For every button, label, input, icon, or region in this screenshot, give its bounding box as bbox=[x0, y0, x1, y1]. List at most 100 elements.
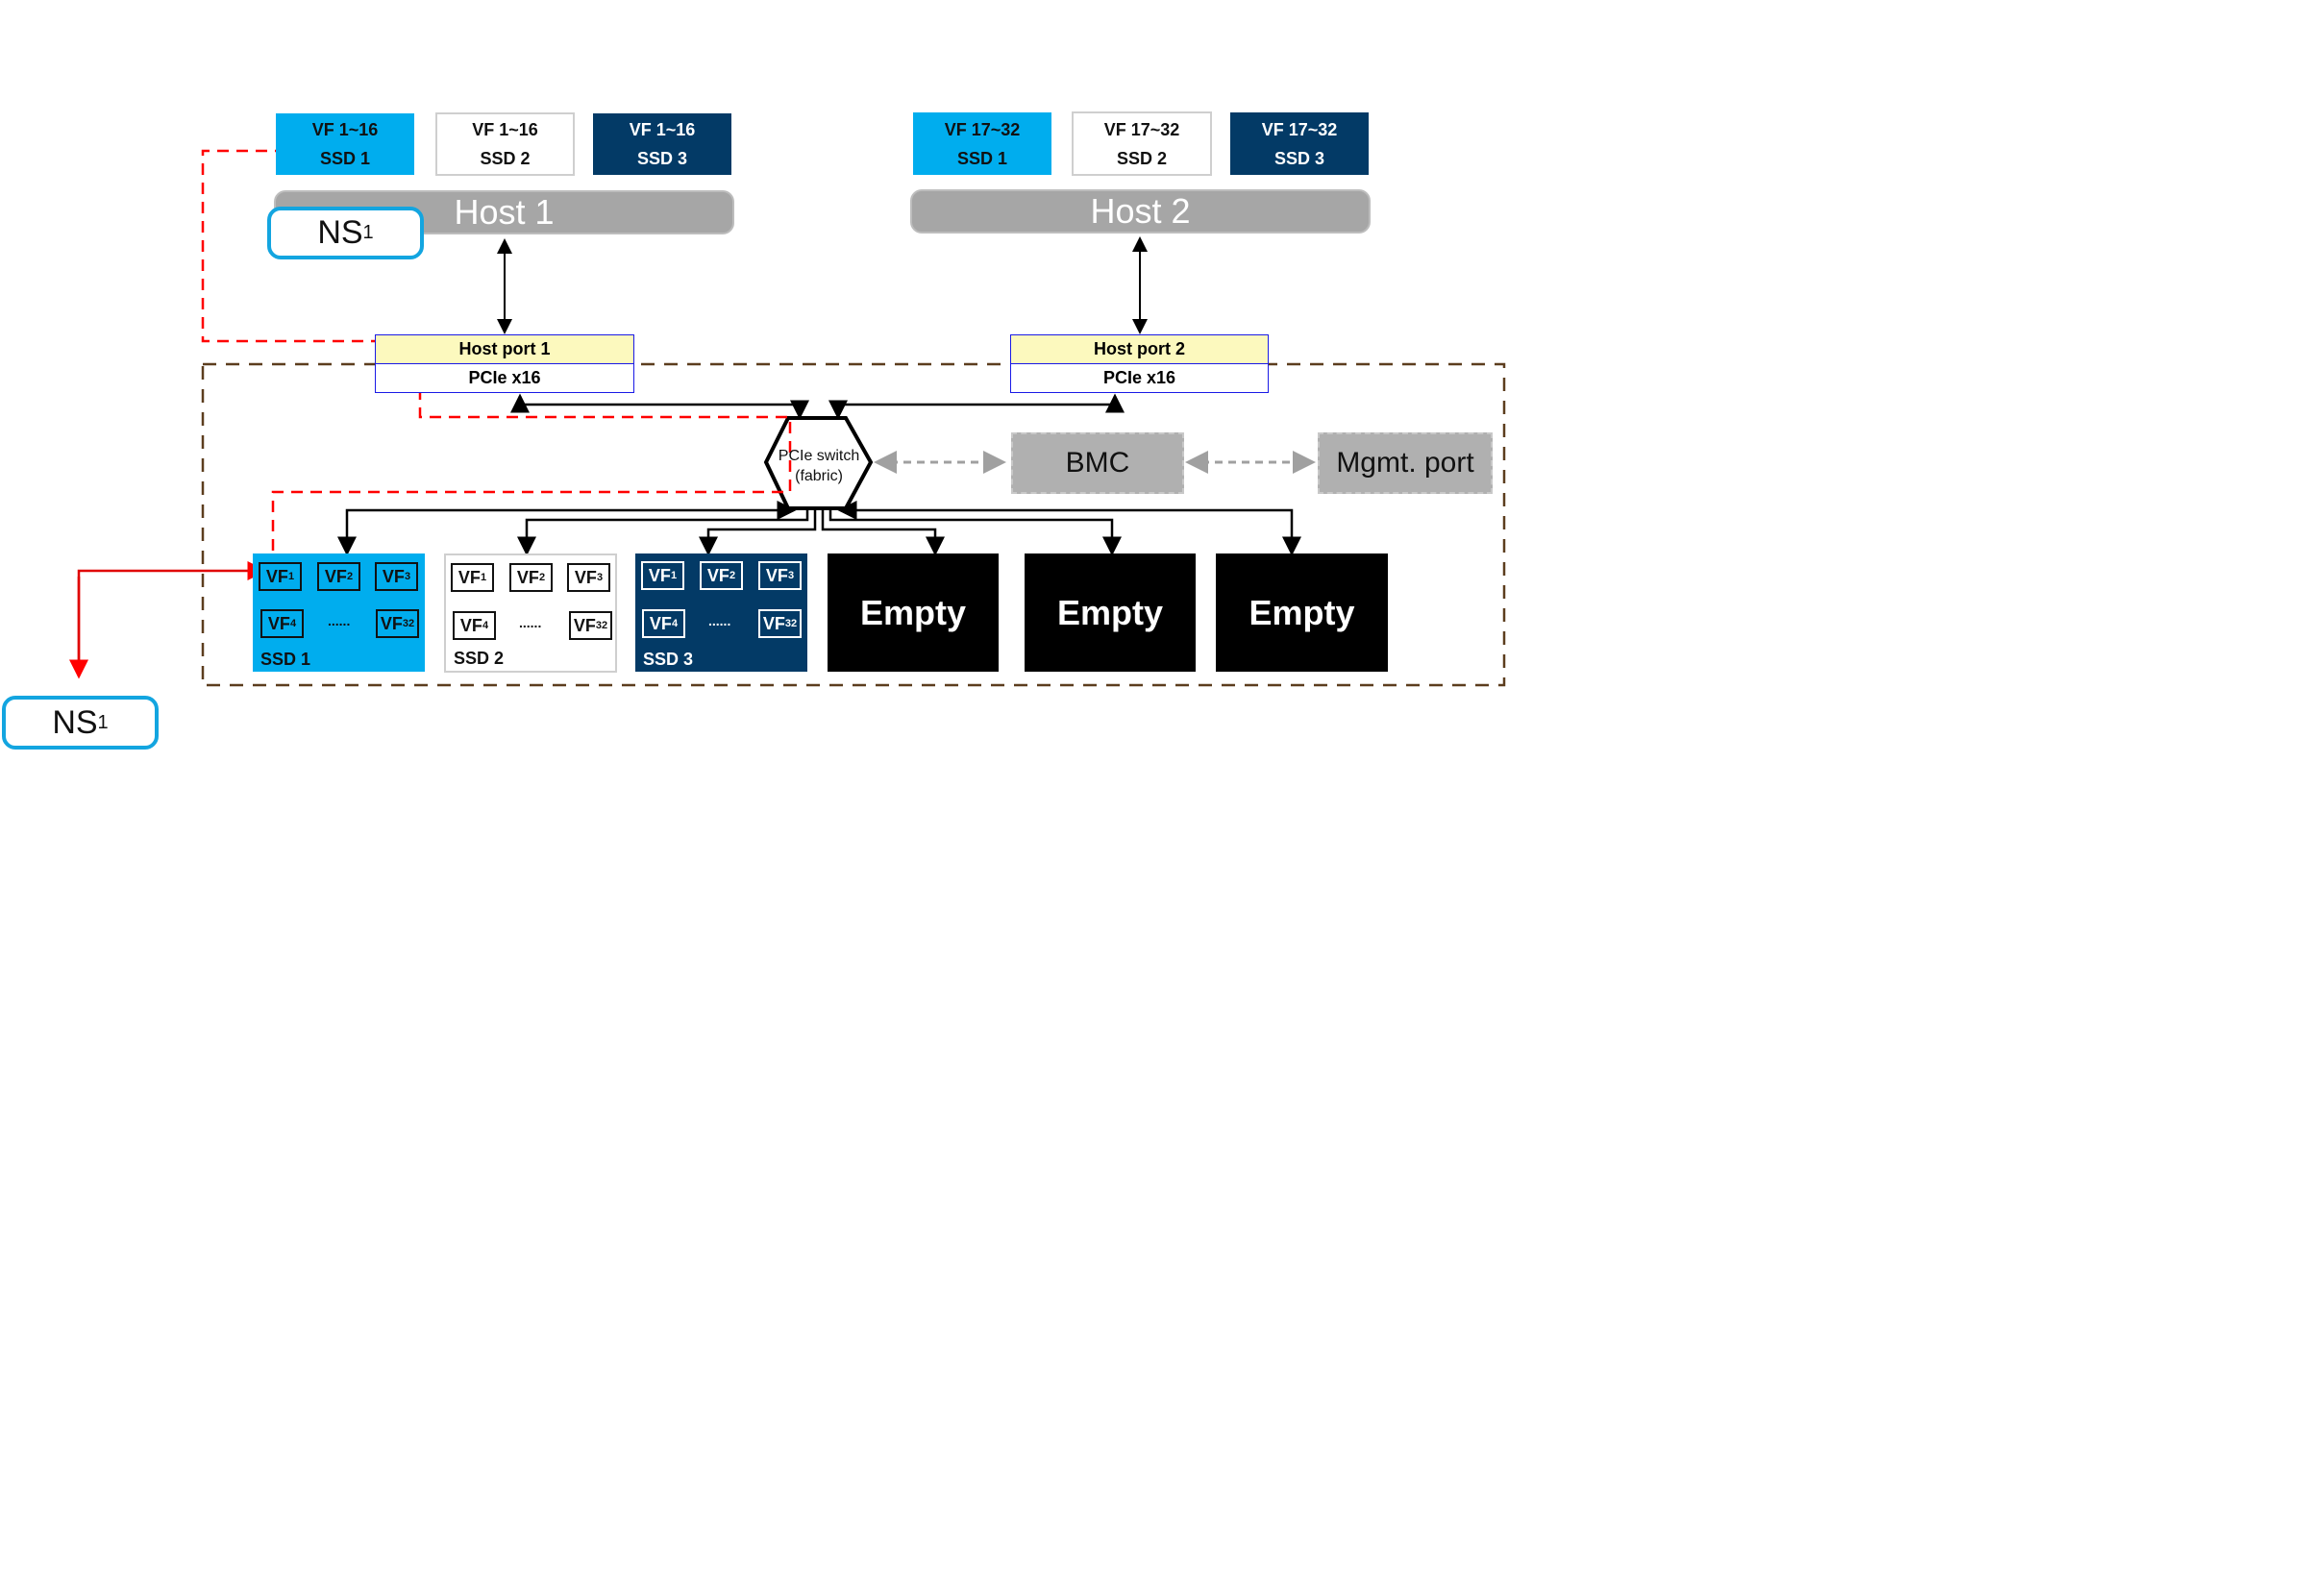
switch-empty2-link bbox=[828, 510, 1122, 556]
empty-slot-label: Empty bbox=[859, 592, 967, 632]
vf-box[interactable]: VF 1 bbox=[641, 561, 684, 590]
vf-prefix: VF bbox=[573, 615, 596, 635]
bmc-box[interactable]: BMC bbox=[1011, 432, 1184, 494]
vf-box[interactable]: VF 32 bbox=[376, 609, 419, 638]
empty-slot[interactable]: Empty bbox=[1216, 553, 1388, 672]
ssd3-label: SSD 3 bbox=[643, 650, 694, 669]
vf-range: VF 17~32 bbox=[1261, 119, 1338, 139]
vf-range: VF 1~16 bbox=[311, 120, 379, 139]
ssd2-box[interactable]: VF 1 VF 2 VF 3 VF 4 ...... VF 32 SSD 2 bbox=[444, 553, 617, 673]
empty-slot[interactable]: Empty bbox=[828, 553, 999, 672]
ssd1-label: SSD 1 bbox=[260, 650, 311, 669]
ssd-name: SSD 3 bbox=[1273, 148, 1325, 168]
ssd-name: SSD 3 bbox=[636, 149, 688, 168]
ssd2-label: SSD 2 bbox=[454, 649, 505, 668]
vf-index: 1 bbox=[670, 570, 678, 581]
vf-ellipsis: ...... bbox=[708, 613, 731, 628]
pcie-switch[interactable]: PCIe switch (fabric) bbox=[766, 446, 872, 486]
host-port-2[interactable]: Host port 2 PCIe x16 bbox=[1010, 334, 1269, 393]
vf-prefix: VF bbox=[459, 615, 482, 635]
host2-box[interactable]: Host 2 bbox=[910, 189, 1371, 234]
pcie-switch-sublabel: (fabric) bbox=[795, 468, 843, 484]
host2-label: Host 2 bbox=[1090, 191, 1191, 231]
vf-range: VF 17~32 bbox=[944, 119, 1021, 139]
vf-index: 2 bbox=[346, 571, 354, 582]
vf-prefix: VF bbox=[574, 567, 597, 587]
mgmt-port-label: Mgmt. port bbox=[1336, 447, 1474, 479]
vf-index: 2 bbox=[538, 572, 546, 583]
vf-box[interactable]: VF 1 bbox=[451, 563, 494, 592]
vf-index: 3 bbox=[787, 570, 795, 581]
vf-prefix: VF bbox=[380, 613, 403, 633]
vf-prefix: VF bbox=[382, 566, 405, 586]
vf-prefix: VF bbox=[706, 565, 729, 585]
namespace-host-label: NS 1 bbox=[267, 207, 424, 259]
bmc-label: BMC bbox=[1065, 447, 1130, 479]
host-port-1[interactable]: Host port 1 PCIe x16 bbox=[375, 334, 634, 393]
vf-prefix: VF bbox=[324, 566, 347, 586]
vf-box[interactable]: VF 2 bbox=[317, 562, 360, 591]
ssd3-box[interactable]: VF 1 VF 2 VF 3 VF 4 ...... VF 32 SSD 3 bbox=[635, 553, 807, 672]
vf-prefix: VF bbox=[762, 613, 785, 633]
vf-prefix: VF bbox=[648, 565, 671, 585]
ssd1-box[interactable]: VF 1 VF 2 VF 3 VF 4 ...... VF 32 SSD 1 bbox=[253, 553, 425, 672]
switch-empty3-link bbox=[837, 501, 1301, 556]
port2-switch-link bbox=[828, 393, 1125, 420]
vf-box[interactable]: VF 3 bbox=[567, 563, 610, 592]
empty-slot-label: Empty bbox=[1056, 592, 1164, 632]
vf-prefix: VF bbox=[649, 613, 672, 633]
vf-box[interactable]: VF 4 bbox=[260, 609, 304, 638]
empty-slot-label: Empty bbox=[1249, 592, 1355, 632]
vf-index: 4 bbox=[671, 618, 679, 629]
host-port-1-name: Host port 1 bbox=[376, 335, 633, 364]
vf-index: 3 bbox=[404, 571, 411, 582]
vf-box[interactable]: VF 1 bbox=[259, 562, 302, 591]
vf-index: 2 bbox=[729, 570, 736, 581]
host2-vf-group-ssd1: VF 17~32 SSD 1 bbox=[913, 112, 1051, 175]
vf-range: VF 1~16 bbox=[629, 120, 696, 139]
host2-vf-group-ssd2: VF 17~32 SSD 2 bbox=[1072, 111, 1212, 176]
host1-vf-group-ssd2: VF 1~16 SSD 2 bbox=[435, 112, 575, 176]
ssd-name: SSD 1 bbox=[956, 148, 1008, 168]
vf-ellipsis: ...... bbox=[328, 613, 351, 628]
vf-range: VF 1~16 bbox=[472, 120, 538, 139]
vf-box[interactable]: VF 2 bbox=[700, 561, 743, 590]
vf-index: 32 bbox=[402, 618, 415, 629]
vf-index: 1 bbox=[287, 571, 295, 582]
switch-ssd2-link bbox=[517, 510, 809, 556]
vf-index: 4 bbox=[482, 620, 489, 631]
vf-box[interactable]: VF 32 bbox=[569, 611, 612, 640]
vf-index: 1 bbox=[480, 572, 487, 583]
vf-box[interactable]: VF 4 bbox=[642, 609, 685, 638]
vf-ellipsis: ...... bbox=[519, 615, 542, 630]
vf-box[interactable]: VF 2 bbox=[509, 563, 553, 592]
vf-index: 32 bbox=[595, 620, 608, 631]
ssd-name: SSD 2 bbox=[1116, 148, 1168, 168]
mgmt-port-box[interactable]: Mgmt. port bbox=[1318, 432, 1493, 494]
vf-prefix: VF bbox=[516, 567, 539, 587]
vf-box[interactable]: VF 32 bbox=[758, 609, 802, 638]
vf-index: 32 bbox=[784, 618, 798, 629]
vf-box[interactable]: VF 3 bbox=[758, 561, 802, 590]
vf-prefix: VF bbox=[765, 565, 788, 585]
ssd-name: SSD 2 bbox=[480, 149, 531, 168]
host-port-1-link: PCIe x16 bbox=[468, 368, 541, 387]
host2-vf-group-ssd3: VF 17~32 SSD 3 bbox=[1230, 112, 1369, 175]
vf-box[interactable]: VF 3 bbox=[375, 562, 418, 591]
vf-index: 3 bbox=[596, 572, 604, 583]
host1-vf-group-ssd3: VF 1~16 SSD 3 bbox=[593, 113, 731, 175]
port1-switch-link bbox=[510, 393, 809, 420]
vf-prefix: VF bbox=[457, 567, 481, 587]
ns-text: NS bbox=[317, 214, 363, 251]
empty-slot[interactable]: Empty bbox=[1025, 553, 1196, 672]
vf-box[interactable]: VF 4 bbox=[453, 611, 496, 640]
ssd-name: SSD 1 bbox=[319, 149, 371, 168]
vf-prefix: VF bbox=[265, 566, 288, 586]
host-port-2-name: Host port 2 bbox=[1011, 335, 1268, 364]
switch-ssd3-link bbox=[699, 510, 817, 556]
vf-index: 4 bbox=[289, 618, 297, 629]
namespace-ssd-label: NS 1 bbox=[2, 696, 159, 750]
vf-range: VF 17~32 bbox=[1103, 119, 1180, 139]
vf-prefix: VF bbox=[267, 613, 290, 633]
host1-vf-group-ssd1: VF 1~16 SSD 1 bbox=[276, 113, 414, 175]
